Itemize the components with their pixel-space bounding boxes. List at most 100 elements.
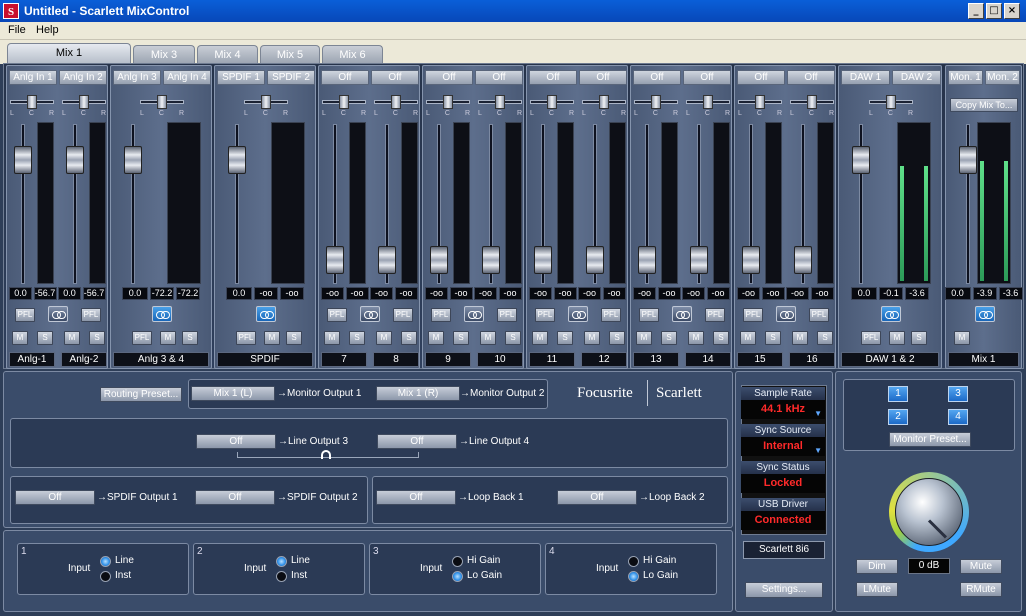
pfl-button[interactable]: PFL xyxy=(431,308,451,322)
source-select[interactable]: SPDIF 2 xyxy=(267,70,315,85)
fader-knob[interactable] xyxy=(742,246,760,274)
menu-help[interactable]: Help xyxy=(36,24,59,36)
stereo-link-icon[interactable] xyxy=(360,306,380,322)
pan-control[interactable]: LCR xyxy=(62,95,106,117)
pan-knob[interactable] xyxy=(703,95,713,109)
mute-button[interactable]: M xyxy=(792,331,808,345)
fader-knob[interactable] xyxy=(690,246,708,274)
spdif-output-1-select[interactable]: Off xyxy=(15,490,95,505)
solo-button[interactable]: S xyxy=(661,331,677,345)
stereo-link-icon[interactable] xyxy=(152,306,172,322)
fader-knob[interactable] xyxy=(586,246,604,274)
source-select[interactable]: Off xyxy=(633,70,681,85)
stereo-link-icon[interactable] xyxy=(568,306,588,322)
pfl-button[interactable]: PFL xyxy=(705,308,725,322)
pan-control[interactable]: LCR xyxy=(582,95,626,117)
mute-button[interactable]: M xyxy=(64,331,80,345)
pfl-button[interactable]: PFL xyxy=(809,308,829,322)
pan-knob[interactable] xyxy=(79,95,89,109)
source-select[interactable]: SPDIF 1 xyxy=(217,70,265,85)
source-select[interactable]: Mon. 2 xyxy=(985,70,1020,85)
input-option-radio[interactable] xyxy=(276,556,287,567)
solo-button[interactable]: S xyxy=(453,331,469,345)
pfl-button[interactable]: PFL xyxy=(535,308,555,322)
pfl-button[interactable]: PFL xyxy=(497,308,517,322)
solo-button[interactable]: S xyxy=(182,331,198,345)
pan-control[interactable]: LCR xyxy=(869,95,913,117)
solo-button[interactable]: S xyxy=(401,331,417,345)
pfl-button[interactable]: PFL xyxy=(15,308,35,322)
tab-mix-4[interactable]: Mix 4 xyxy=(197,45,258,64)
input-option-radio[interactable] xyxy=(452,556,463,567)
mute-button[interactable]: M xyxy=(428,331,444,345)
source-select[interactable]: Anlg In 1 xyxy=(9,70,57,85)
pfl-button[interactable]: PFL xyxy=(601,308,621,322)
fader-knob[interactable] xyxy=(482,246,500,274)
tab-mix-5[interactable]: Mix 5 xyxy=(260,45,320,64)
source-select[interactable]: Anlg In 3 xyxy=(113,70,161,85)
input-option-radio[interactable] xyxy=(628,556,639,567)
pan-control[interactable]: LCR xyxy=(10,95,54,117)
sample-rate-select[interactable]: 44.1 kHz ▼ xyxy=(741,400,825,419)
pan-knob[interactable] xyxy=(339,95,349,109)
fader-knob[interactable] xyxy=(959,146,977,174)
mute-button[interactable]: M xyxy=(954,331,970,345)
pfl-button[interactable]: PFL xyxy=(236,331,256,345)
monitor-output-3-toggle[interactable]: 3 xyxy=(948,386,968,402)
solo-button[interactable]: S xyxy=(286,331,302,345)
loop-back-1-select[interactable]: Off xyxy=(376,490,456,505)
stereo-link-icon[interactable] xyxy=(881,306,901,322)
source-select[interactable]: DAW 1 xyxy=(841,70,890,85)
fader-knob[interactable] xyxy=(534,246,552,274)
source-select[interactable]: Off xyxy=(737,70,785,85)
fader-knob[interactable] xyxy=(638,246,656,274)
input-option-radio[interactable] xyxy=(452,571,463,582)
pfl-button[interactable]: PFL xyxy=(81,308,101,322)
mute-button[interactable]: M xyxy=(264,331,280,345)
input-option-radio[interactable] xyxy=(628,571,639,582)
pan-control[interactable]: LCR xyxy=(140,95,184,117)
mute-button[interactable]: M xyxy=(376,331,392,345)
left-mute-button[interactable]: LMute xyxy=(856,582,898,597)
source-select[interactable]: Off xyxy=(475,70,523,85)
fader-knob[interactable] xyxy=(66,146,84,174)
pfl-button[interactable]: PFL xyxy=(393,308,413,322)
solo-button[interactable]: S xyxy=(37,331,53,345)
mute-button[interactable]: M xyxy=(12,331,28,345)
fader-knob[interactable] xyxy=(326,246,344,274)
monitor-output-4-toggle[interactable]: 4 xyxy=(948,409,968,425)
solo-button[interactable]: S xyxy=(349,331,365,345)
pfl-button[interactable]: PFL xyxy=(327,308,347,322)
settings-button[interactable]: Settings... xyxy=(745,582,823,598)
pan-knob[interactable] xyxy=(599,95,609,109)
solo-button[interactable]: S xyxy=(713,331,729,345)
pan-knob[interactable] xyxy=(443,95,453,109)
pfl-button[interactable]: PFL xyxy=(743,308,763,322)
tab-mix-6[interactable]: Mix 6 xyxy=(322,45,383,64)
source-select[interactable]: Off xyxy=(425,70,473,85)
input-option-radio[interactable] xyxy=(276,571,287,582)
pan-knob[interactable] xyxy=(157,95,167,109)
pan-control[interactable]: LCR xyxy=(426,95,470,117)
menu-file[interactable]: File xyxy=(8,24,26,36)
pfl-button[interactable]: PFL xyxy=(639,308,659,322)
pan-knob[interactable] xyxy=(547,95,557,109)
monitor-preset-button[interactable]: Monitor Preset... xyxy=(889,432,971,447)
spdif-output-2-select[interactable]: Off xyxy=(195,490,275,505)
solo-button[interactable]: S xyxy=(505,331,521,345)
pan-control[interactable]: LCR xyxy=(634,95,678,117)
stereo-link-icon[interactable] xyxy=(974,306,995,322)
monitor-output-1-toggle[interactable]: 1 xyxy=(888,386,908,402)
pfl-button[interactable]: PFL xyxy=(132,331,152,345)
stereo-link-icon[interactable] xyxy=(464,306,484,322)
tab-mix-1[interactable]: Mix 1 xyxy=(7,43,131,64)
mute-button[interactable]: M xyxy=(532,331,548,345)
monitor-output-2-select[interactable]: Mix 1 (R) xyxy=(376,386,460,401)
mute-button[interactable]: M xyxy=(636,331,652,345)
mute-button[interactable]: M xyxy=(160,331,176,345)
monitor-output-1-select[interactable]: Mix 1 (L) xyxy=(191,386,275,401)
mute-button[interactable]: Mute xyxy=(960,559,1002,574)
pfl-button[interactable]: PFL xyxy=(861,331,881,345)
fader-knob[interactable] xyxy=(794,246,812,274)
source-select[interactable]: Off xyxy=(683,70,731,85)
